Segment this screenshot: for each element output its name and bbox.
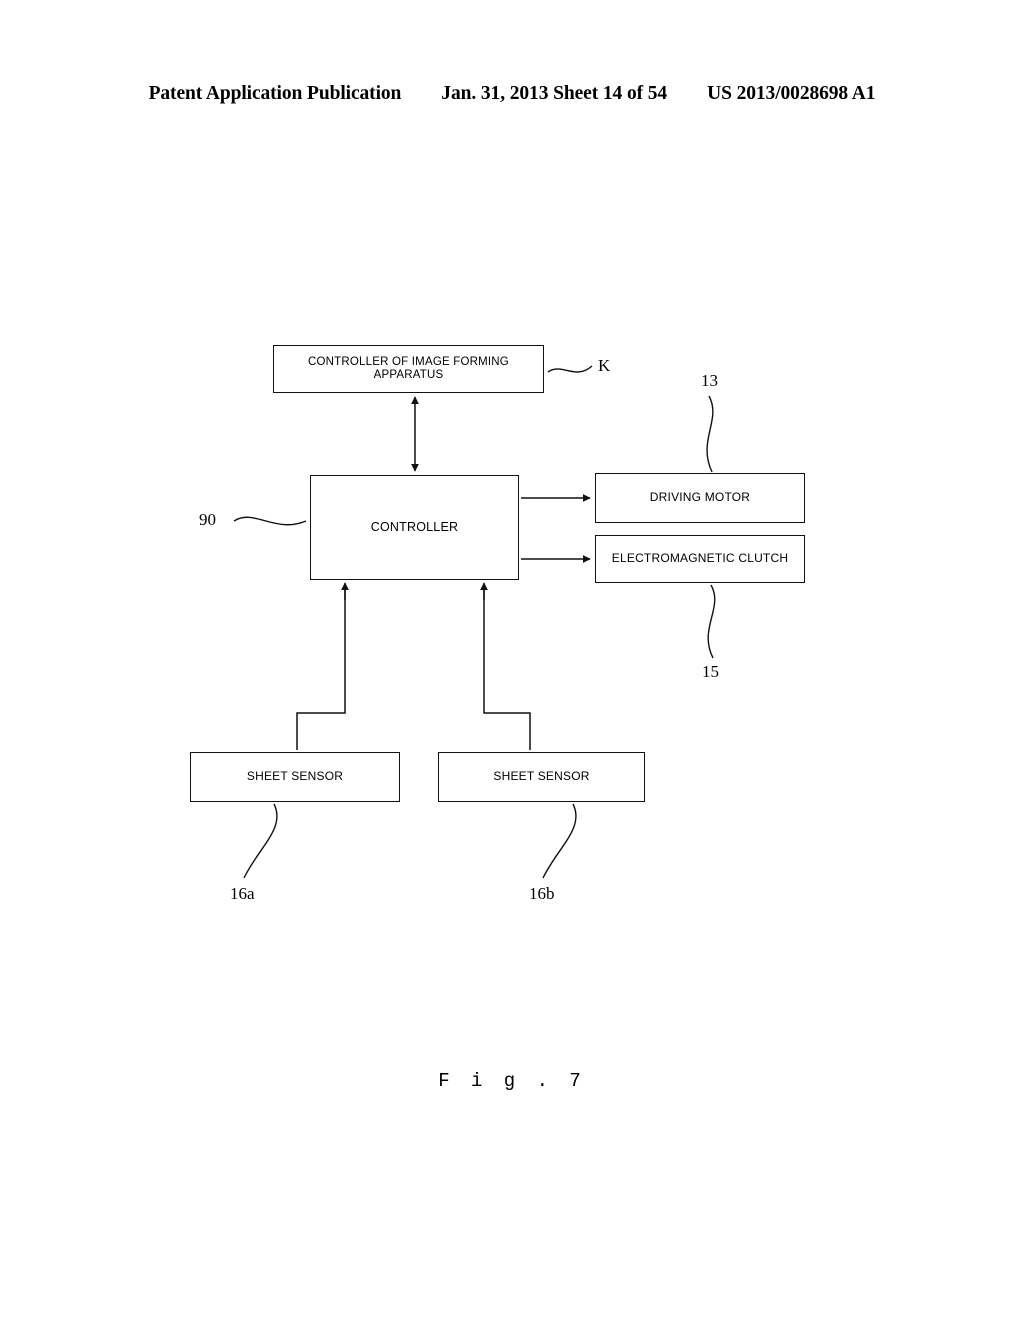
leader-line-k bbox=[547, 365, 593, 373]
block-label: SHEET SENSOR bbox=[246, 769, 344, 784]
leader-line-16b bbox=[542, 803, 577, 879]
leader-line-16a bbox=[243, 803, 278, 879]
block-electromagnetic-clutch: ELECTROMAGNETIC CLUTCH bbox=[595, 535, 805, 583]
leader-line-13 bbox=[706, 395, 714, 473]
block-sheet-sensor-16a: SHEET SENSOR bbox=[190, 752, 400, 802]
connector-sheet-sensor-a-to-controller bbox=[296, 582, 349, 750]
leader-line-90 bbox=[233, 516, 307, 526]
block-controller: CONTROLLER bbox=[310, 475, 519, 580]
reference-numeral-16b: 16b bbox=[529, 884, 555, 903]
block-label: SHEET SENSOR bbox=[493, 769, 590, 784]
reference-numeral-15: 15 bbox=[702, 662, 719, 681]
block-label: ELECTROMAGNETIC CLUTCH bbox=[611, 551, 789, 566]
block-sheet-sensor-16b: SHEET SENSOR bbox=[438, 752, 645, 802]
figure-7-diagram: CONTROLLER OF IMAGE FORMING APPARATUS CO… bbox=[0, 0, 1024, 1320]
reference-numeral-90: 90 bbox=[199, 510, 216, 529]
block-driving-motor: DRIVING MOTOR bbox=[595, 473, 805, 523]
reference-numeral-k: K bbox=[598, 356, 611, 375]
reference-numeral-13: 13 bbox=[701, 371, 718, 390]
block-label: DRIVING MOTOR bbox=[649, 490, 751, 505]
leader-line-15 bbox=[707, 584, 716, 659]
block-label: CONTROLLER bbox=[370, 519, 459, 534]
diagram-connectors bbox=[233, 365, 716, 879]
connector-sheet-sensor-b-to-controller bbox=[480, 582, 531, 750]
block-label: CONTROLLER OF IMAGE FORMING APPARATUS bbox=[308, 356, 509, 381]
figure-caption: F i g . 7 bbox=[438, 1070, 586, 1092]
reference-numeral-16a: 16a bbox=[230, 884, 255, 903]
block-controller-of-image-forming-apparatus: CONTROLLER OF IMAGE FORMING APPARATUS bbox=[273, 345, 544, 393]
